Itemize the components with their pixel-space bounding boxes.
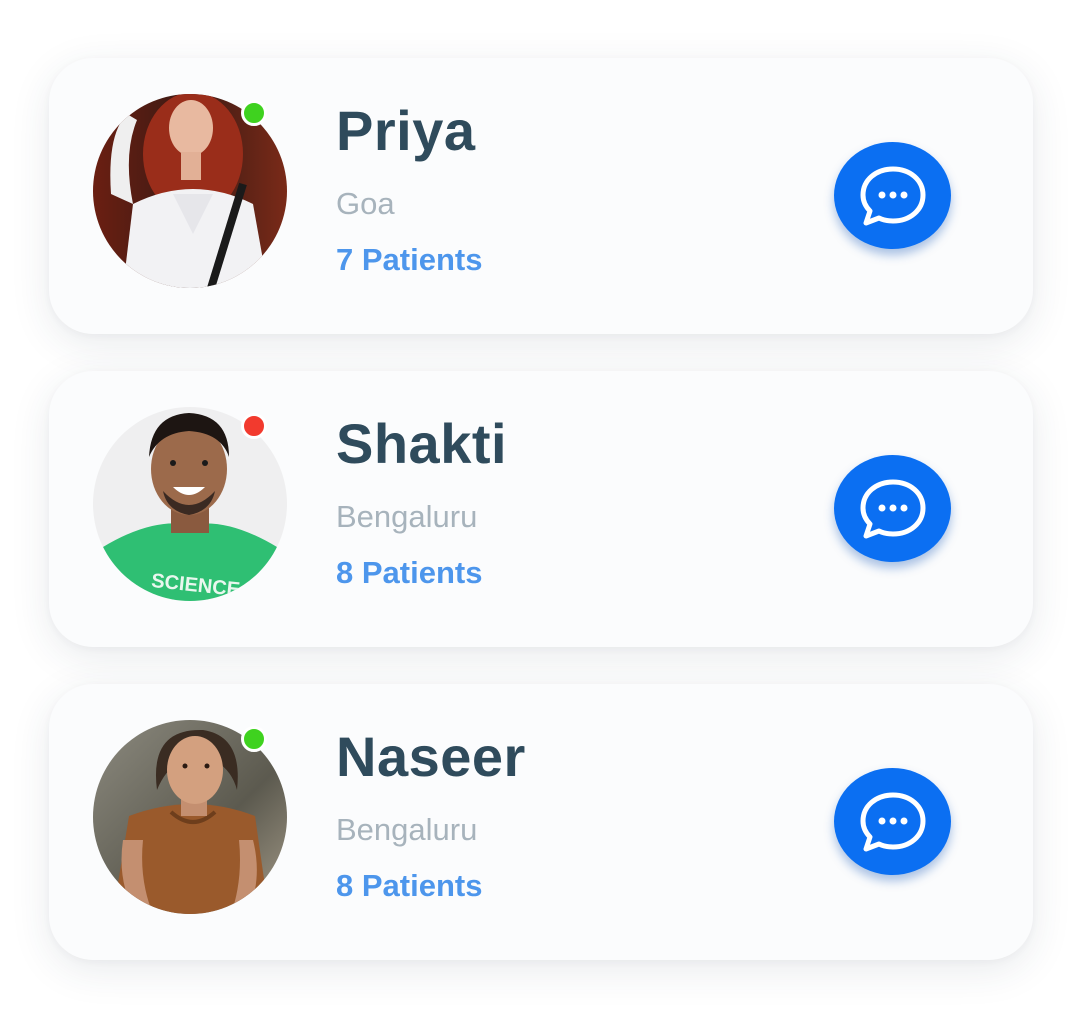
contact-city: Bengaluru: [336, 812, 478, 847]
patient-count[interactable]: 7 Patients: [336, 242, 482, 278]
patient-count[interactable]: 8 Patients: [336, 555, 482, 591]
contact-name: Shakti: [336, 412, 508, 475]
status-indicator-busy: [241, 413, 267, 439]
status-indicator-online: [241, 726, 267, 752]
avatar-container: [93, 720, 287, 914]
chat-button[interactable]: [834, 768, 951, 875]
contact-list: Priya Goa 7 Patients SCIENCE Shakti Beng…: [0, 0, 1081, 1022]
avatar-container: SCIENCE: [93, 407, 287, 601]
patient-count[interactable]: 8 Patients: [336, 868, 482, 904]
contact-card-shakti[interactable]: SCIENCE Shakti Bengaluru 8 Patients: [49, 371, 1033, 647]
chat-bubble-dots-icon: [857, 789, 929, 855]
status-indicator-online: [241, 100, 267, 126]
contact-name: Naseer: [336, 725, 526, 788]
chat-bubble-dots-icon: [857, 476, 929, 542]
contact-name: Priya: [336, 99, 476, 162]
contact-city: Bengaluru: [336, 499, 478, 534]
contact-card-priya[interactable]: Priya Goa 7 Patients: [49, 58, 1033, 334]
contact-city: Goa: [336, 186, 395, 221]
chat-button[interactable]: [834, 142, 951, 249]
avatar-container: [93, 94, 287, 288]
chat-button[interactable]: [834, 455, 951, 562]
contact-card-naseer[interactable]: Naseer Bengaluru 8 Patients: [49, 684, 1033, 960]
chat-bubble-dots-icon: [857, 163, 929, 229]
